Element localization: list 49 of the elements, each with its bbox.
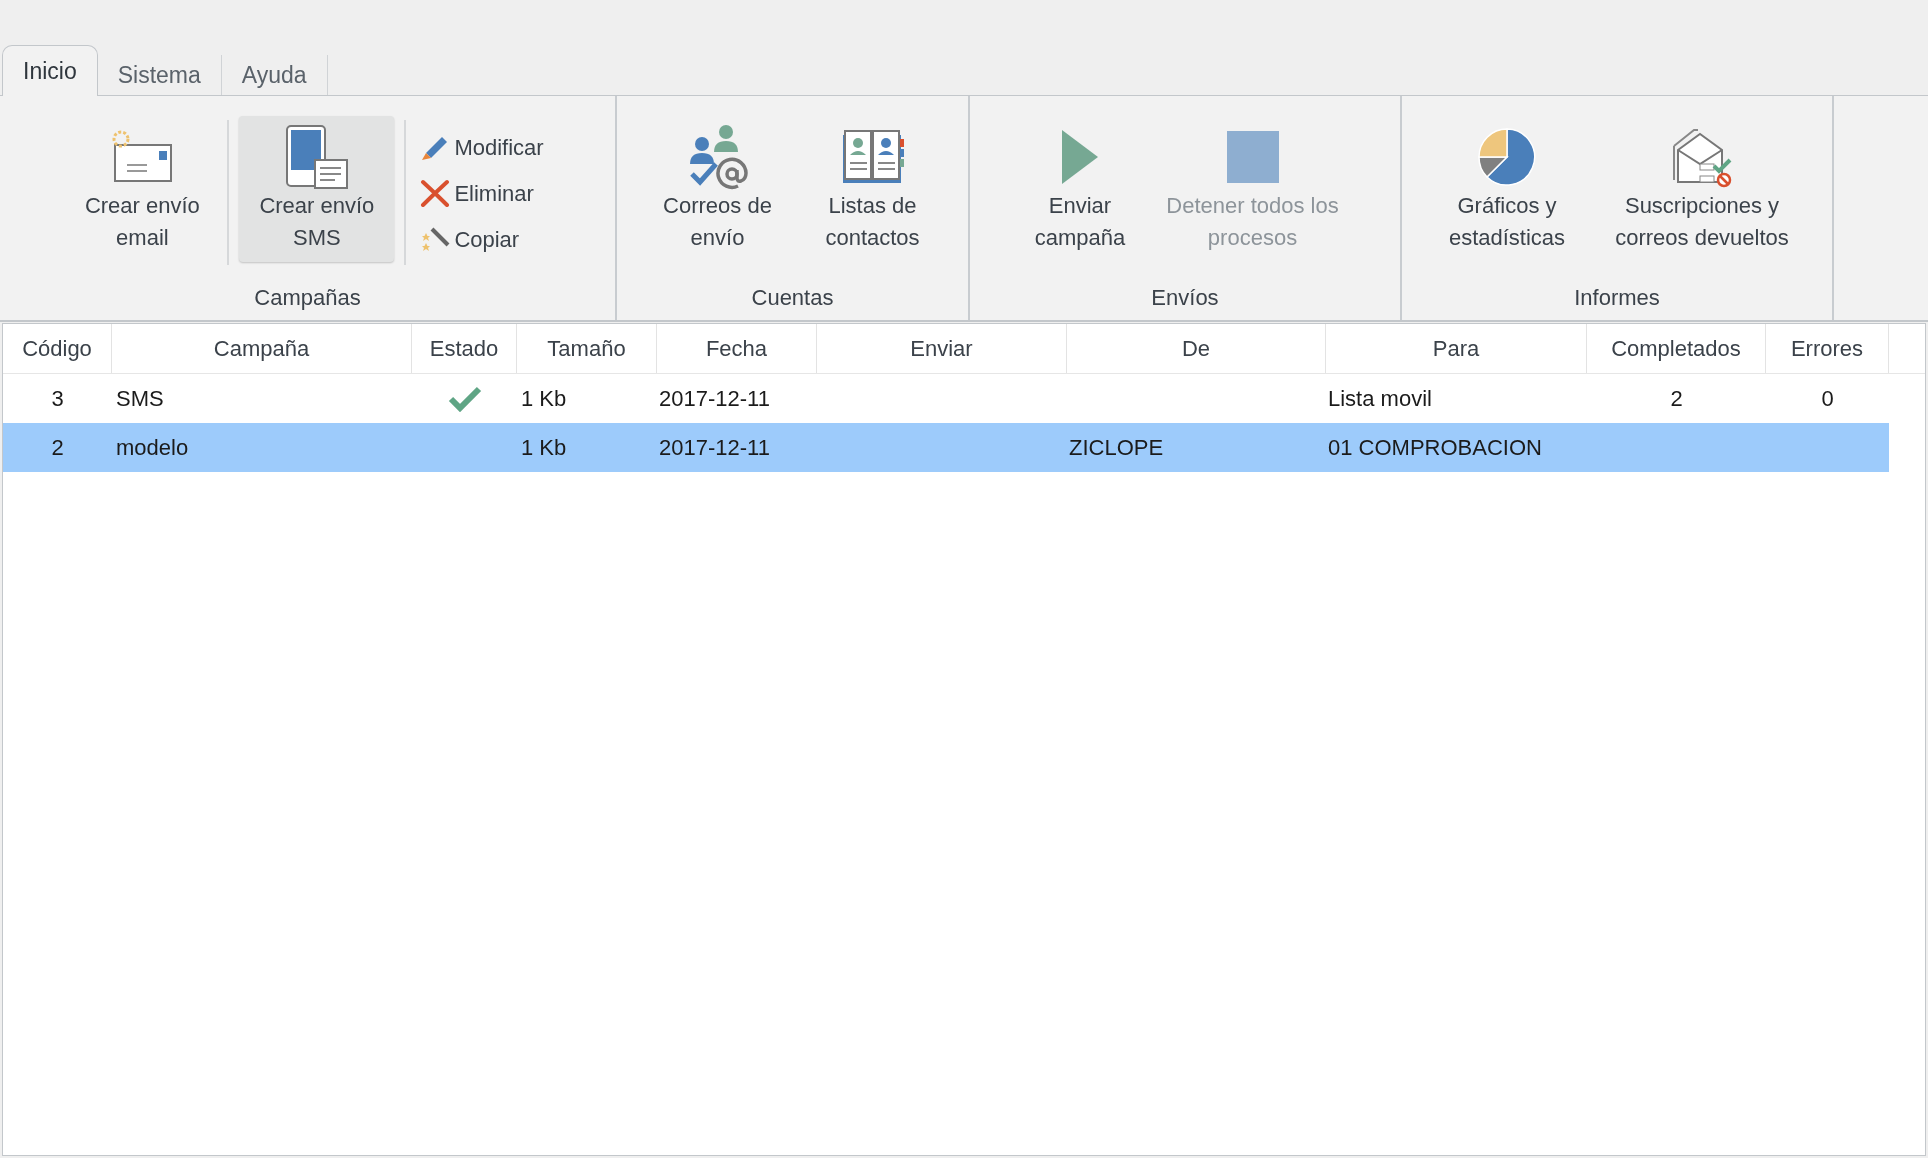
- table-cell-text: 1 Kb: [521, 434, 567, 462]
- ribbon-button[interactable]: Listas de contactos: [802, 116, 943, 262]
- table-cell-text: Lista movil: [1328, 385, 1432, 413]
- group-label: Cuentas: [751, 284, 834, 312]
- table-cell-text: 01 COMPROBACION: [1328, 434, 1542, 462]
- stop-icon: [1226, 131, 1279, 183]
- group-label: Informes: [1574, 284, 1660, 312]
- table-row[interactable]: 2 modelo 1 Kb 2017-12-11 ZICLOPE 01 COMPROBACION: [3, 423, 1889, 472]
- envelope-icon: [111, 129, 174, 185]
- table-cell-text: 0: [1821, 385, 1834, 413]
- ribbon-button[interactable]: Gráficos y estadísticas: [1427, 116, 1587, 262]
- table-cell-text: 2017-12-11: [659, 385, 770, 413]
- table-cell-text: 2: [1670, 385, 1683, 413]
- table-cell-text: modelo: [116, 434, 189, 462]
- table-row[interactable]: 3 SMS 1 Kb 2017-12-11 Lista movil 2 0: [3, 374, 1889, 423]
- ribbon-tab[interactable]: Inicio: [2, 45, 98, 96]
- delete-icon: [420, 179, 451, 207]
- table-cell-text: 2017-12-11: [659, 434, 770, 462]
- column-header[interactable]: Completados: [1587, 324, 1766, 373]
- ribbon-button[interactable]: Crear envío email: [67, 116, 218, 262]
- pie-chart-icon: [1478, 128, 1536, 186]
- table-cell-text: SMS: [116, 385, 164, 413]
- ribbon-button[interactable]: Enviar campaña: [1017, 116, 1143, 262]
- column-header[interactable]: Tamaño: [517, 324, 657, 373]
- column-header[interactable]: Para: [1326, 324, 1587, 373]
- ribbon-button[interactable]: Crear envío SMS: [239, 116, 395, 262]
- table-cell-text: ZICLOPE: [1069, 434, 1164, 462]
- group-label: Envíos: [1151, 284, 1219, 312]
- group-label: Campañas: [254, 284, 361, 312]
- address-book-icon: [840, 129, 905, 185]
- play-icon: [1060, 130, 1100, 184]
- column-header[interactable]: Estado: [412, 324, 517, 373]
- ribbon-button[interactable]: Correos de envío: [642, 116, 793, 262]
- column-header[interactable]: Fecha: [657, 324, 817, 373]
- table-cell-text: 1 Kb: [521, 385, 567, 413]
- column-header[interactable]: De: [1067, 324, 1326, 373]
- magic-wand-icon: [420, 225, 451, 253]
- column-header[interactable]: Errores: [1766, 324, 1889, 373]
- ribbon-small-button[interactable]: Modificar: [416, 126, 548, 168]
- phone-icon: [284, 124, 349, 190]
- table-cell-text: 2: [51, 434, 64, 462]
- column-header[interactable]: Campaña: [112, 324, 412, 373]
- ribbon-small-button[interactable]: Eliminar: [416, 172, 548, 214]
- envelope-status-icon: [1670, 126, 1734, 188]
- table-cell-text: 3: [51, 385, 64, 413]
- column-header[interactable]: Código: [3, 324, 112, 373]
- ribbon-button[interactable]: Suscripciones y correos devueltos: [1597, 116, 1807, 262]
- ribbon-small-button[interactable]: Copiar: [416, 218, 548, 260]
- column-header[interactable]: Enviar: [817, 324, 1067, 373]
